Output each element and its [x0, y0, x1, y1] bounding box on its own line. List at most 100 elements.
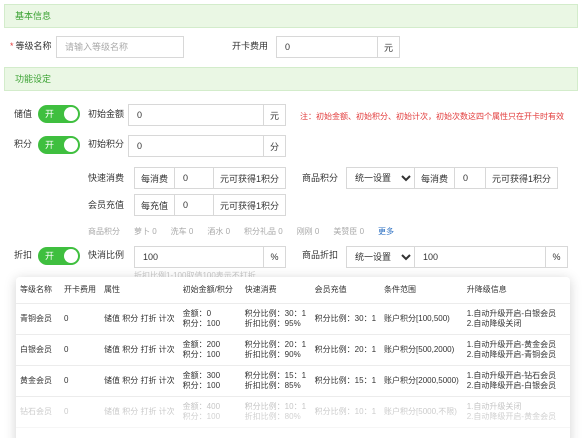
cell-quick: 积分比例：10：1 折扣比例：80% — [240, 396, 311, 428]
goods-points-suffix: 元可获得1积分 — [484, 168, 557, 188]
cell-name: 钻石会员 — [16, 396, 60, 428]
cell-initial-points: 积分：100 — [182, 349, 221, 359]
initial-amount-field[interactable]: 元 — [128, 104, 286, 126]
member-recharge-input[interactable] — [175, 195, 213, 215]
member-level-table-panel: 等级名称 开卡费用 属性 初始金额/积分 快速消费 会员充值 条件范围 升降级信… — [16, 277, 570, 438]
table-row[interactable]: 青铜会员 0 储值 积分 打折 计次 金额：0 积分：100 积分比例：30：1 折… — [16, 303, 570, 335]
cell-downgrade: 2.自动降级开启-黄金会员 — [466, 411, 557, 421]
chip: 积分礼品 0 — [244, 227, 283, 236]
cell-name: 青铜会员 — [16, 303, 60, 335]
member-recharge-suffix: 元可获得1积分 — [212, 195, 285, 215]
goods-points-input[interactable] — [455, 168, 485, 188]
basic-info-header: 基本信息 — [4, 4, 578, 28]
cell-attrs: 储值 积分 打折 计次 — [100, 334, 179, 366]
cell-quick: 积分比例：15：1 折扣比例：85% — [240, 365, 311, 397]
cell-level-change: 1.自动升级开启-钻石会员 2.自动降级开启-白银会员 — [462, 365, 570, 397]
card-fee-field[interactable]: 元 — [276, 36, 400, 58]
cell-recharge: 积分比例：30：1 — [310, 303, 381, 335]
col-card-fee: 开卡费用 — [60, 277, 100, 304]
cell-quick: 积分比例：30：1 折扣比例：95% — [240, 303, 311, 335]
cell-initial-amount: 金额：300 — [182, 370, 221, 380]
initial-points-field[interactable]: 分 — [128, 135, 286, 157]
discount-label: 折扣 — [14, 250, 33, 260]
table-row[interactable]: 白银会员 0 储值 积分 打折 计次 金额：200 积分：100 积分比例：20：… — [16, 334, 570, 366]
cell-initial: 金额：300 积分：100 — [178, 365, 241, 397]
stored-value-toggle-text: 开 — [45, 109, 55, 119]
discount-toggle[interactable]: 开 — [38, 247, 80, 265]
cell-attrs: 储值 积分 打折 计次 — [100, 396, 179, 428]
quick-consume-input[interactable] — [175, 168, 213, 188]
member-recharge-label: 会员充值 — [88, 200, 125, 210]
quick-ratio-field[interactable]: % — [134, 246, 286, 268]
cell-upgrade: 1.自动升级开启-黄金会员 — [466, 339, 557, 349]
cell-upgrade: 1.自动升级开启-白银会员 — [466, 308, 557, 318]
cell-recharge: 积分比例：20：1 — [310, 334, 381, 366]
goods-discount-select[interactable]: 统一设置 — [347, 247, 415, 267]
quick-consume-field[interactable]: 每消费 元可获得1积分 — [134, 167, 286, 189]
goods-discount-label: 商品折扣 — [302, 250, 339, 260]
cell-quick-discount: 折扣比例：90% — [244, 349, 301, 359]
cell-attrs: 储值 积分 打折 计次 — [100, 303, 179, 335]
col-quick-consume: 快速消费 — [240, 277, 311, 304]
initial-points-input[interactable] — [129, 136, 263, 156]
cell-quick-points: 积分比例：20：1 — [244, 339, 307, 349]
quick-ratio-unit: % — [263, 247, 285, 267]
cell-fee: 0 — [60, 303, 100, 335]
table-header-row: 等级名称 开卡费用 属性 初始金额/积分 快速消费 会员充值 条件范围 升降级信… — [16, 277, 570, 304]
member-recharge-field[interactable]: 每充值 元可获得1积分 — [134, 194, 286, 216]
required-mark: * — [10, 41, 14, 51]
initial-amount-label: 初始金额 — [88, 109, 125, 119]
toggle-knob — [64, 138, 78, 152]
cell-initial-points: 积分：100 — [182, 411, 221, 421]
level-name-field[interactable] — [56, 36, 184, 58]
member-recharge-prefix: 每充值 — [135, 195, 176, 215]
toggle-knob — [64, 249, 78, 263]
stored-value-toggle[interactable]: 开 — [38, 105, 80, 123]
level-name-input[interactable] — [57, 37, 183, 57]
goods-points-field[interactable]: 统一设置 每消费 元可获得1积分 — [346, 167, 558, 189]
points-toggle[interactable]: 开 — [38, 136, 80, 154]
cell-upgrade: 1.自动升级关闭 — [466, 401, 522, 411]
quick-consume-label: 快速消费 — [88, 173, 125, 183]
goods-points-select[interactable]: 统一设置 — [347, 168, 415, 188]
cell-initial: 金额：200 积分：100 — [178, 334, 241, 366]
goods-points-label: 商品积分 — [302, 173, 339, 183]
goods-points-chips: 商品积分 萝卜 0 洗车 0 酒水 0 积分礼品 0 刚刚 0 美赞臣 0 更多 — [88, 226, 408, 237]
cell-initial-points: 积分：100 — [182, 380, 221, 390]
cell-quick-discount: 折扣比例：80% — [244, 411, 301, 421]
level-name-label-text: 等级名称 — [15, 41, 52, 51]
chip: 萝卜 0 — [134, 227, 157, 236]
more-link[interactable]: 更多 — [378, 226, 394, 237]
cell-fee: 0 — [60, 334, 100, 366]
table-row[interactable]: 黄金会员 0 储值 积分 打折 计次 金额：300 积分：100 积分比例：15：… — [16, 365, 570, 397]
table-row[interactable]: 钻石会员 0 储值 积分 打折 计次 金额：400 积分：100 积分比例：10：… — [16, 396, 570, 428]
cell-level-change: 1.自动升级关闭 2.自动降级开启-黄金会员 — [462, 396, 570, 428]
chip: 美赞臣 0 — [333, 227, 365, 236]
cell-name: 黄金会员 — [16, 365, 60, 397]
goods-discount-input[interactable] — [415, 247, 545, 267]
goods-points-prefix: 每消费 — [415, 168, 456, 188]
initial-amount-unit: 元 — [263, 105, 285, 125]
initial-amount-input[interactable] — [129, 105, 263, 125]
col-attributes: 属性 — [100, 277, 179, 304]
cell-initial-amount: 金额：400 — [182, 401, 221, 411]
chip: 洗车 0 — [170, 227, 194, 236]
toggle-knob — [64, 107, 78, 121]
cell-quick-discount: 折扣比例：85% — [244, 380, 301, 390]
col-level-change: 升降级信息 — [462, 277, 570, 304]
quick-consume-suffix: 元可获得1积分 — [212, 168, 285, 188]
discount-toggle-text: 开 — [45, 251, 55, 261]
quick-ratio-input[interactable] — [135, 247, 263, 267]
validity-note: 注：初始金额、初始积分、初始计次，初始次数这四个属性只在开卡时有效 — [300, 112, 564, 121]
feature-settings-header: 功能设定 — [4, 67, 578, 91]
cell-recharge: 积分比例：15：1 — [310, 365, 381, 397]
col-member-recharge: 会员充值 — [310, 277, 381, 304]
stored-value-label: 储值 — [14, 109, 33, 119]
cell-initial-amount: 金额：200 — [182, 339, 221, 349]
cell-range: 账户积分[2000,5000) — [380, 365, 463, 397]
goods-discount-field[interactable]: 统一设置 % — [346, 246, 568, 268]
cell-initial-points: 积分：100 — [182, 318, 221, 328]
initial-points-unit: 分 — [263, 136, 285, 156]
card-fee-input[interactable] — [277, 37, 377, 57]
cell-level-change: 1.自动升级开启-白银会员 2.自动降级关闭 — [462, 303, 570, 335]
